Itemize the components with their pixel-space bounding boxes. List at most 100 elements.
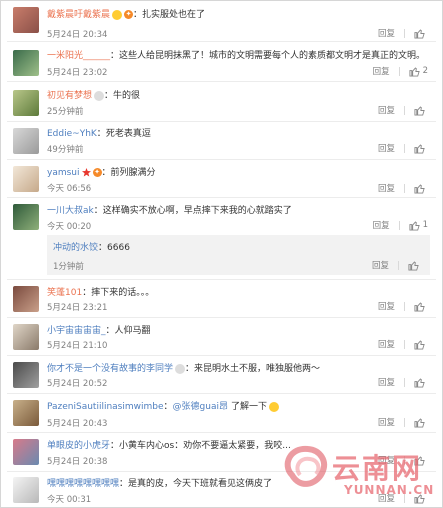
reply-button[interactable]: 回复	[372, 259, 389, 271]
divider	[7, 121, 436, 122]
username[interactable]: 嘿嘿嘿嘿嘿嘿嘿嘿	[47, 479, 119, 489]
timestamp: 5月24日 20:52	[47, 379, 108, 389]
avatar[interactable]	[13, 362, 39, 388]
mention-link[interactable]: @张德guai昂	[173, 402, 228, 412]
comment-text: 扎实服处也在了	[142, 10, 206, 20]
avatar[interactable]	[13, 166, 39, 192]
divider	[7, 41, 436, 42]
avatar[interactable]	[13, 477, 39, 503]
divider	[7, 432, 436, 433]
thumbs-up-icon	[409, 66, 420, 77]
like-button[interactable]	[414, 377, 428, 388]
reply-button[interactable]: 回复	[378, 300, 395, 312]
like-button[interactable]	[414, 339, 428, 350]
comment-feed: 戴紫晨吁戴紫晨 ✦ ：扎实服处也在了 5月24日 20:34 回复 一米阳光____…	[0, 0, 443, 508]
smile-emoji-icon	[269, 401, 279, 412]
like-button[interactable]	[414, 183, 428, 194]
username[interactable]: 笑蓬101	[47, 288, 82, 298]
like-button[interactable]: 1	[409, 220, 428, 231]
avatar[interactable]	[13, 90, 39, 116]
username[interactable]: PazeniSautiilinasimwimbe	[47, 402, 164, 412]
thumbs-up-icon	[408, 260, 419, 271]
reply-button[interactable]: 回复	[378, 492, 395, 504]
panda-emoji-icon	[94, 90, 105, 101]
avatar[interactable]	[13, 324, 39, 350]
avatar[interactable]	[13, 204, 39, 230]
comment-text: 前列腺满分	[110, 168, 156, 178]
reply-button[interactable]: 回复	[378, 454, 395, 466]
divider	[7, 81, 436, 82]
reply-button[interactable]: 回复	[378, 416, 395, 428]
divider	[7, 197, 436, 198]
divider	[7, 355, 436, 356]
username[interactable]: Eddie~YhK	[47, 129, 97, 139]
comment-text: 人仰马翻	[114, 326, 151, 336]
divider	[398, 220, 400, 230]
vip-badge-icon: ✦	[124, 10, 134, 19]
avatar[interactable]	[13, 50, 39, 76]
divider	[398, 260, 399, 270]
like-button[interactable]	[414, 493, 428, 504]
avatar[interactable]	[13, 7, 39, 33]
timestamp: 5月24日 20:34	[47, 30, 108, 40]
reply-button[interactable]: 回复	[378, 338, 395, 350]
like-count: 1	[422, 220, 428, 230]
reply-button[interactable]: 回复	[373, 65, 390, 77]
vip-badge-icon: ✦	[92, 168, 102, 177]
like-button[interactable]	[414, 143, 428, 154]
divider	[398, 66, 400, 76]
thumbs-up-icon	[414, 493, 425, 504]
timestamp: 今天 00:20	[47, 222, 92, 232]
thumbs-up-icon	[414, 28, 425, 39]
comment-text: 这样确实不放心啊，早点摔下来我的心就踏实了	[102, 206, 292, 216]
divider	[404, 377, 405, 387]
reply-button[interactable]: 回复	[378, 142, 395, 154]
reply-button[interactable]: 回复	[378, 376, 395, 388]
username[interactable]: 戴紫晨吁戴紫晨	[47, 10, 110, 20]
like-button[interactable]	[414, 417, 428, 428]
comment-text: 死老表真逗	[105, 129, 151, 139]
reply-button[interactable]: 回复	[378, 182, 395, 194]
username[interactable]: yamsui	[47, 168, 80, 178]
thumbs-up-icon	[414, 417, 425, 428]
username[interactable]: 单眼皮的小虎牙	[47, 441, 110, 451]
username[interactable]: 一川大叔ak	[47, 206, 94, 216]
avatar[interactable]	[13, 128, 39, 154]
thumbs-up-icon	[409, 220, 420, 231]
username[interactable]: 你才不是一个没有故事的李同学	[47, 364, 173, 374]
divider	[404, 105, 405, 115]
like-button[interactable]	[414, 28, 428, 39]
avatar[interactable]	[13, 400, 39, 426]
avatar[interactable]	[13, 286, 39, 312]
avatar[interactable]	[13, 439, 39, 465]
reply-button[interactable]: 回复	[378, 104, 395, 116]
like-button[interactable]	[414, 105, 428, 116]
reply-button[interactable]: 回复	[373, 219, 390, 231]
panda-emoji-icon	[175, 363, 186, 374]
like-button[interactable]	[414, 301, 428, 312]
like-button[interactable]	[414, 455, 428, 466]
timestamp: 今天 00:31	[47, 495, 92, 505]
like-button[interactable]: 2	[409, 66, 428, 77]
timestamp: 5月24日 23:02	[47, 68, 108, 78]
comment-text: 牛的很	[113, 91, 141, 101]
username[interactable]: 一米阳光______	[47, 51, 110, 61]
like-button[interactable]	[408, 260, 422, 271]
divider	[404, 339, 405, 349]
username[interactable]: 初见有梦想	[47, 91, 92, 101]
comment-text: 6666	[107, 243, 130, 253]
timestamp: 49分钟前	[47, 145, 84, 155]
divider	[7, 393, 436, 394]
divider	[7, 471, 436, 472]
reply-button[interactable]: 回复	[378, 27, 395, 39]
comment-text: 小黄车内心os：劝你不要逼太紧要，我咬...	[119, 441, 291, 451]
username[interactable]: 冲动的水饺	[53, 243, 98, 253]
comment-text: 来昆明水土不服，唯独服他两～	[194, 364, 321, 374]
timestamp: 5月24日 20:43	[47, 419, 108, 429]
nested-reply: 冲动的水饺：6666 1分钟前 回复	[47, 235, 430, 275]
comment-text: 摔下来的话。。。	[91, 288, 155, 298]
timestamp: 25分钟前	[47, 107, 84, 117]
emoji-icon	[112, 9, 123, 20]
username[interactable]: 小宇宙宙宙宙_	[47, 326, 106, 336]
divider	[404, 183, 405, 193]
